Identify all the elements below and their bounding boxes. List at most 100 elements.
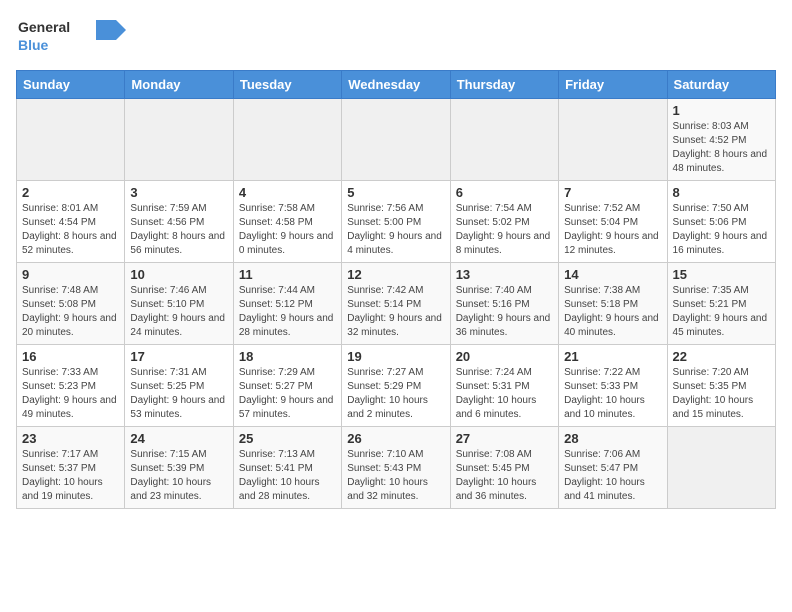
calendar-cell: 14Sunrise: 7:38 AM Sunset: 5:18 PM Dayli… xyxy=(559,263,667,345)
day-number: 13 xyxy=(456,267,553,282)
calendar-week-row: 2Sunrise: 8:01 AM Sunset: 4:54 PM Daylig… xyxy=(17,181,776,263)
day-number: 24 xyxy=(130,431,227,446)
day-number: 3 xyxy=(130,185,227,200)
day-number: 19 xyxy=(347,349,444,364)
calendar-cell xyxy=(450,99,558,181)
day-info: Sunrise: 7:52 AM Sunset: 5:04 PM Dayligh… xyxy=(564,202,661,258)
calendar-cell: 3 Sunrise: 7:59 AM Sunset: 4:56 PM Daylig… xyxy=(125,181,233,263)
day-info: Sunrise: 7:54 AM Sunset: 5:02 PM Dayligh… xyxy=(456,202,553,258)
weekday-header: Wednesday xyxy=(342,71,450,99)
logo-icon: General Blue xyxy=(16,16,126,60)
day-info: Sunrise: 7:29 AM Sunset: 5:27 PM Dayligh… xyxy=(239,366,336,422)
day-number: 11 xyxy=(239,267,336,282)
weekday-header: Saturday xyxy=(667,71,775,99)
calendar-cell xyxy=(342,99,450,181)
day-number: 2 xyxy=(22,185,119,200)
day-info: Sunrise: 7:59 AM Sunset: 4:56 PM Dayligh… xyxy=(130,202,227,258)
day-info: Sunrise: 7:15 AM Sunset: 5:39 PM Dayligh… xyxy=(130,448,227,504)
calendar-cell: 24 Sunrise: 7:15 AM Sunset: 5:39 PM Dayli… xyxy=(125,427,233,509)
day-number: 17 xyxy=(130,349,227,364)
day-info: Sunrise: 7:56 AM Sunset: 5:00 PM Dayligh… xyxy=(347,202,444,258)
calendar-cell: 9Sunrise: 7:48 AM Sunset: 5:08 PM Daylig… xyxy=(17,263,125,345)
day-number: 22 xyxy=(673,349,770,364)
day-info: Sunrise: 7:17 AM Sunset: 5:37 PM Dayligh… xyxy=(22,448,119,504)
day-number: 8 xyxy=(673,185,770,200)
day-number: 21 xyxy=(564,349,661,364)
day-info: Sunrise: 7:31 AM Sunset: 5:25 PM Dayligh… xyxy=(130,366,227,422)
calendar-week-row: 23 Sunrise: 7:17 AM Sunset: 5:37 PM Dayli… xyxy=(17,427,776,509)
calendar-cell xyxy=(559,99,667,181)
calendar-cell: 21 Sunrise: 7:22 AM Sunset: 5:33 PM Dayli… xyxy=(559,345,667,427)
day-info: Sunrise: 7:50 AM Sunset: 5:06 PM Dayligh… xyxy=(673,202,770,258)
calendar-week-row: 1 Sunrise: 8:03 AM Sunset: 4:52 PM Daylig… xyxy=(17,99,776,181)
day-number: 27 xyxy=(456,431,553,446)
calendar-cell: 25 Sunrise: 7:13 AM Sunset: 5:41 PM Dayli… xyxy=(233,427,341,509)
day-number: 4 xyxy=(239,185,336,200)
svg-text:Blue: Blue xyxy=(18,37,49,53)
day-info: Sunrise: 7:46 AM Sunset: 5:10 PM Dayligh… xyxy=(130,284,227,340)
weekday-header: Tuesday xyxy=(233,71,341,99)
day-number: 26 xyxy=(347,431,444,446)
day-info: Sunrise: 7:58 AM Sunset: 4:58 PM Dayligh… xyxy=(239,202,336,258)
day-number: 15 xyxy=(673,267,770,282)
weekday-header: Friday xyxy=(559,71,667,99)
day-number: 6 xyxy=(456,185,553,200)
calendar-cell: 19 Sunrise: 7:27 AM Sunset: 5:29 PM Dayli… xyxy=(342,345,450,427)
day-info: Sunrise: 7:08 AM Sunset: 5:45 PM Dayligh… xyxy=(456,448,553,504)
calendar-cell: 18 Sunrise: 7:29 AM Sunset: 5:27 PM Dayli… xyxy=(233,345,341,427)
calendar-cell: 15Sunrise: 7:35 AM Sunset: 5:21 PM Dayli… xyxy=(667,263,775,345)
calendar-cell: 12Sunrise: 7:42 AM Sunset: 5:14 PM Dayli… xyxy=(342,263,450,345)
calendar-cell: 7 Sunrise: 7:52 AM Sunset: 5:04 PM Daylig… xyxy=(559,181,667,263)
day-info: Sunrise: 7:06 AM Sunset: 5:47 PM Dayligh… xyxy=(564,448,661,504)
calendar-cell: 23 Sunrise: 7:17 AM Sunset: 5:37 PM Dayli… xyxy=(17,427,125,509)
day-info: Sunrise: 7:10 AM Sunset: 5:43 PM Dayligh… xyxy=(347,448,444,504)
calendar-cell xyxy=(125,99,233,181)
day-number: 16 xyxy=(22,349,119,364)
day-number: 23 xyxy=(22,431,119,446)
day-number: 28 xyxy=(564,431,661,446)
day-number: 5 xyxy=(347,185,444,200)
day-info: Sunrise: 7:13 AM Sunset: 5:41 PM Dayligh… xyxy=(239,448,336,504)
calendar-cell: 27 Sunrise: 7:08 AM Sunset: 5:45 PM Dayli… xyxy=(450,427,558,509)
day-info: Sunrise: 7:33 AM Sunset: 5:23 PM Dayligh… xyxy=(22,366,119,422)
day-number: 7 xyxy=(564,185,661,200)
day-info: Sunrise: 7:27 AM Sunset: 5:29 PM Dayligh… xyxy=(347,366,444,422)
calendar-cell: 8 Sunrise: 7:50 AM Sunset: 5:06 PM Daylig… xyxy=(667,181,775,263)
logo: General Blue xyxy=(16,16,126,60)
day-info: Sunrise: 7:40 AM Sunset: 5:16 PM Dayligh… xyxy=(456,284,553,340)
day-info: Sunrise: 8:03 AM Sunset: 4:52 PM Dayligh… xyxy=(673,120,770,176)
calendar-cell: 11 Sunrise: 7:44 AM Sunset: 5:12 PM Dayli… xyxy=(233,263,341,345)
day-number: 20 xyxy=(456,349,553,364)
calendar-cell: 6 Sunrise: 7:54 AM Sunset: 5:02 PM Daylig… xyxy=(450,181,558,263)
day-info: Sunrise: 7:38 AM Sunset: 5:18 PM Dayligh… xyxy=(564,284,661,340)
day-info: Sunrise: 7:22 AM Sunset: 5:33 PM Dayligh… xyxy=(564,366,661,422)
day-info: Sunrise: 7:44 AM Sunset: 5:12 PM Dayligh… xyxy=(239,284,336,340)
weekday-header: Monday xyxy=(125,71,233,99)
svg-text:General: General xyxy=(18,19,70,35)
day-number: 10 xyxy=(130,267,227,282)
weekday-header: Thursday xyxy=(450,71,558,99)
calendar-cell: 1 Sunrise: 8:03 AM Sunset: 4:52 PM Daylig… xyxy=(667,99,775,181)
day-info: Sunrise: 7:24 AM Sunset: 5:31 PM Dayligh… xyxy=(456,366,553,422)
calendar-week-row: 16 Sunrise: 7:33 AM Sunset: 5:23 PM Dayli… xyxy=(17,345,776,427)
calendar-cell xyxy=(17,99,125,181)
day-number: 25 xyxy=(239,431,336,446)
calendar-cell: 10 Sunrise: 7:46 AM Sunset: 5:10 PM Dayli… xyxy=(125,263,233,345)
calendar-cell: 4 Sunrise: 7:58 AM Sunset: 4:58 PM Daylig… xyxy=(233,181,341,263)
calendar-cell: 20 Sunrise: 7:24 AM Sunset: 5:31 PM Dayli… xyxy=(450,345,558,427)
calendar-cell: 28 Sunrise: 7:06 AM Sunset: 5:47 PM Dayli… xyxy=(559,427,667,509)
weekday-header: Sunday xyxy=(17,71,125,99)
calendar-cell: 16 Sunrise: 7:33 AM Sunset: 5:23 PM Dayli… xyxy=(17,345,125,427)
calendar-cell: 2Sunrise: 8:01 AM Sunset: 4:54 PM Daylig… xyxy=(17,181,125,263)
calendar-cell xyxy=(667,427,775,509)
day-number: 18 xyxy=(239,349,336,364)
calendar-table: SundayMondayTuesdayWednesdayThursdayFrid… xyxy=(16,70,776,509)
day-number: 1 xyxy=(673,103,770,118)
calendar-cell xyxy=(233,99,341,181)
calendar-week-row: 9Sunrise: 7:48 AM Sunset: 5:08 PM Daylig… xyxy=(17,263,776,345)
calendar-cell: 17 Sunrise: 7:31 AM Sunset: 5:25 PM Dayli… xyxy=(125,345,233,427)
day-info: Sunrise: 7:42 AM Sunset: 5:14 PM Dayligh… xyxy=(347,284,444,340)
day-info: Sunrise: 7:20 AM Sunset: 5:35 PM Dayligh… xyxy=(673,366,770,422)
calendar-cell: 22 Sunrise: 7:20 AM Sunset: 5:35 PM Dayli… xyxy=(667,345,775,427)
calendar-cell: 5 Sunrise: 7:56 AM Sunset: 5:00 PM Daylig… xyxy=(342,181,450,263)
